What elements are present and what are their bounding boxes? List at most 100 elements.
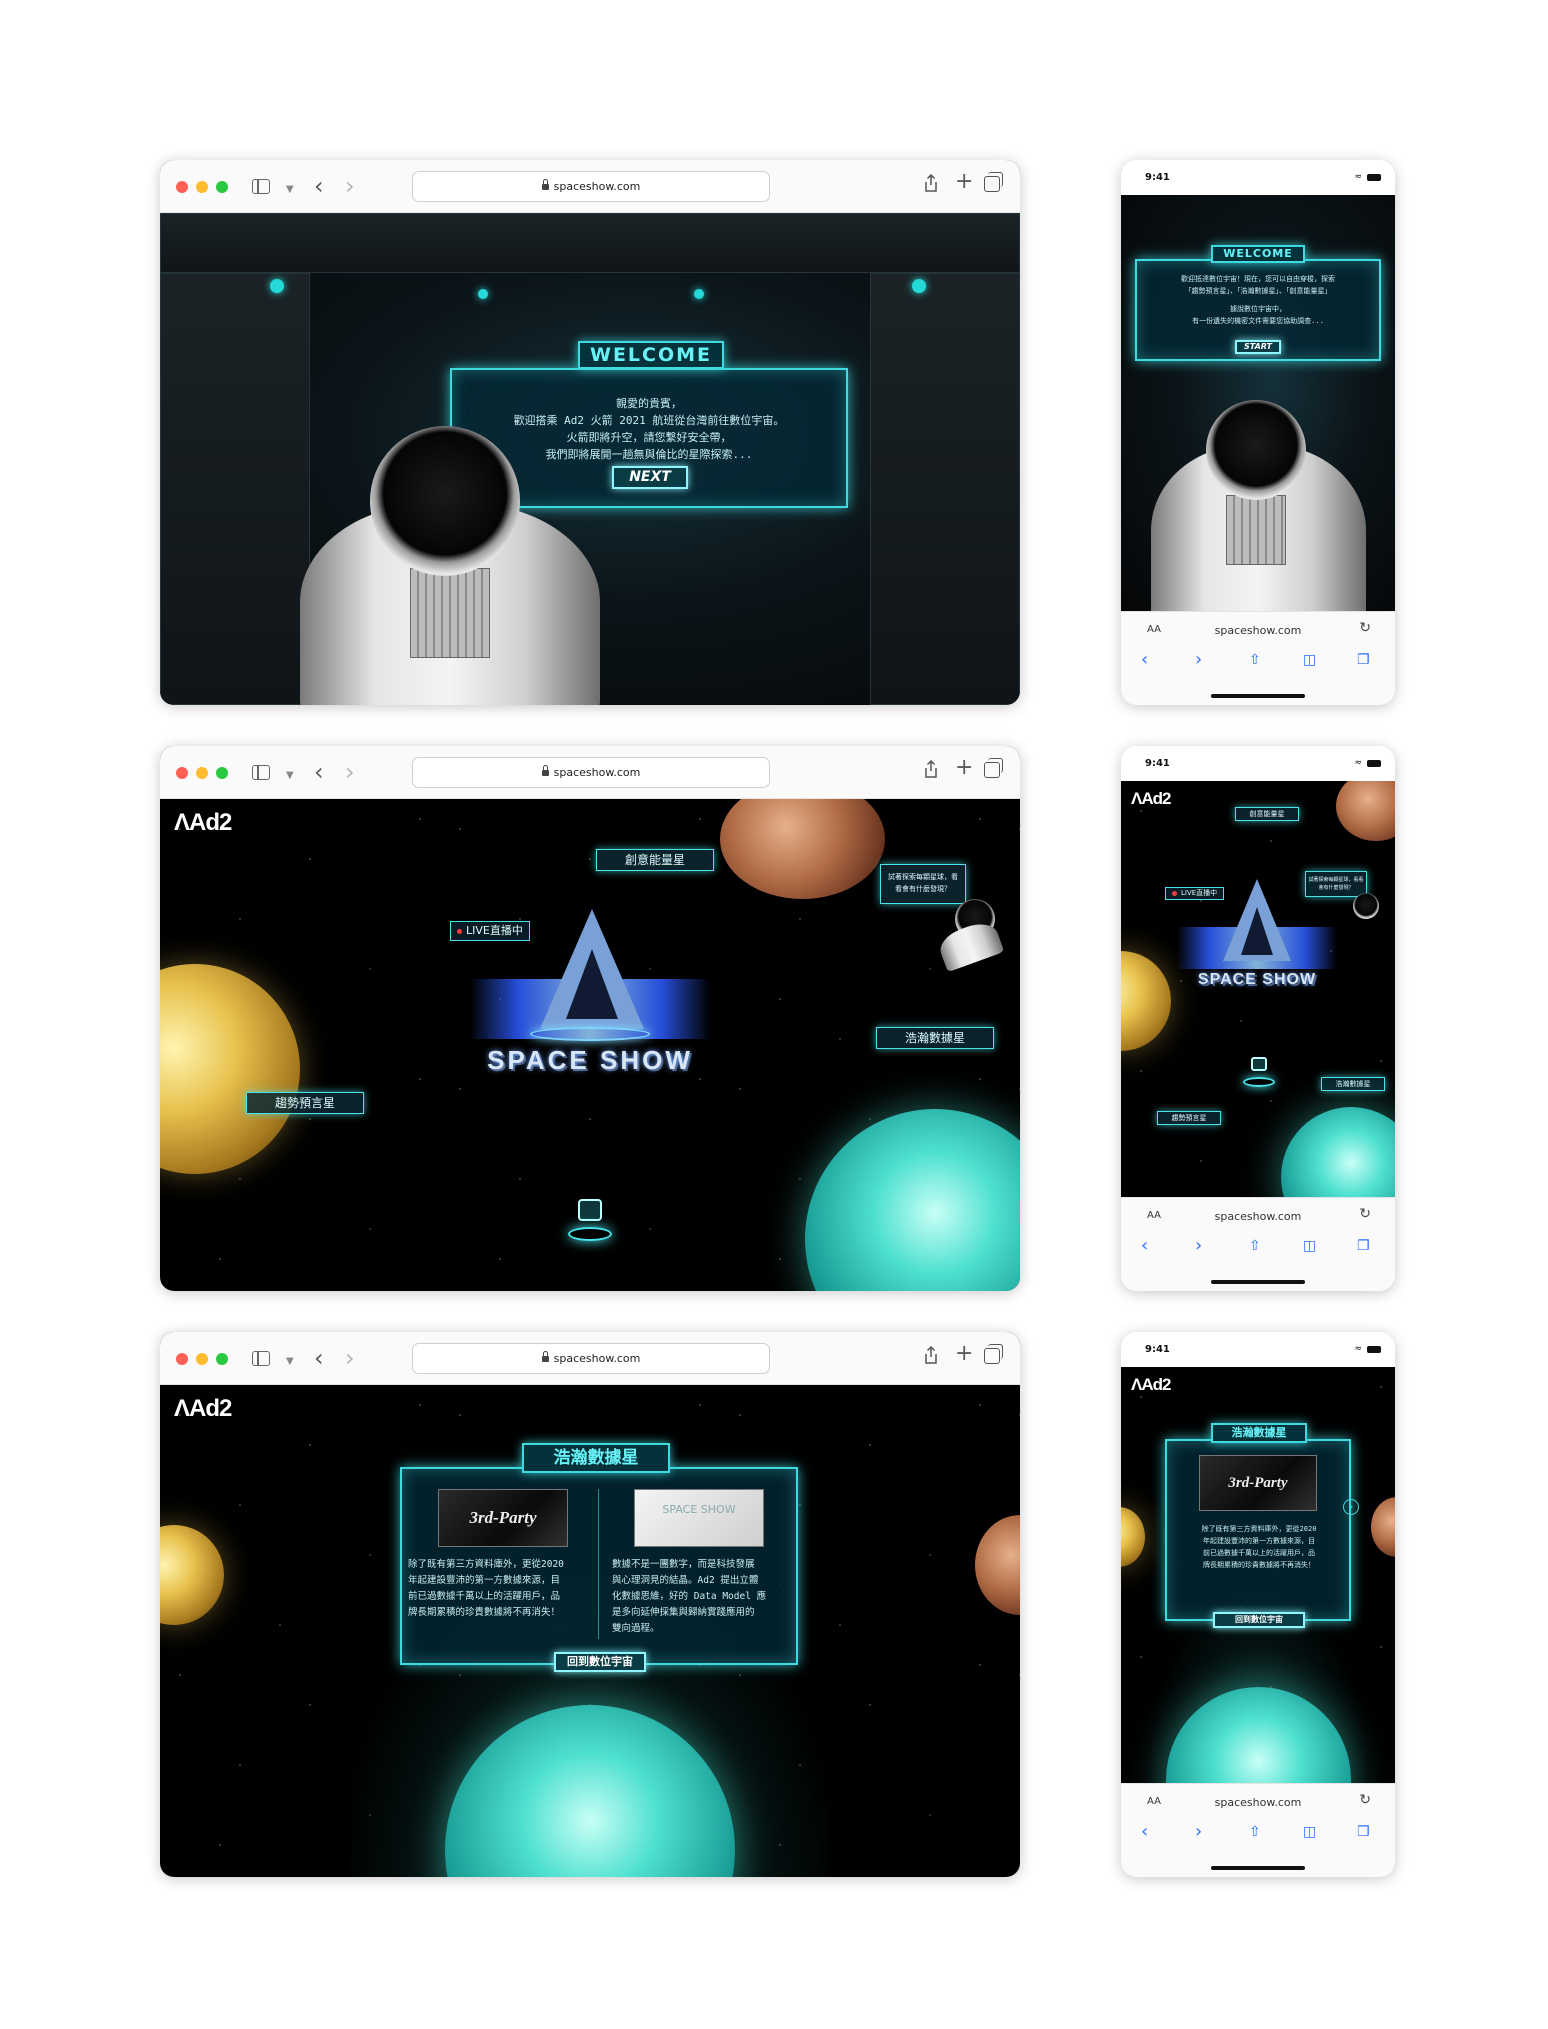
forward-icon[interactable]: ›	[345, 760, 355, 784]
close-window-button[interactable]	[176, 767, 188, 779]
bookmarks-icon[interactable]: ◫	[1303, 1823, 1316, 1841]
forward-icon[interactable]: ›	[345, 174, 355, 198]
space-show-logo[interactable]: SPACE SHOW	[470, 909, 710, 1089]
unlock-icon[interactable]	[1239, 1051, 1279, 1095]
reload-icon[interactable]: ↻	[1359, 1206, 1371, 1222]
planet-label-trend[interactable]: 趨勢預言星	[1157, 1111, 1221, 1125]
card-3rd-party-image[interactable]: 3rd-Party	[438, 1489, 568, 1547]
minimize-window-button[interactable]	[196, 767, 208, 779]
chevron-down-icon[interactable]: ▼	[286, 178, 294, 202]
share-icon[interactable]	[924, 1346, 938, 1364]
back-icon[interactable]: ‹	[314, 760, 324, 784]
back-icon[interactable]: ‹	[314, 1346, 324, 1370]
planet-label-data[interactable]: 浩瀚數據星	[876, 1027, 994, 1049]
reload-icon[interactable]: ↻	[1359, 620, 1371, 636]
forward-icon[interactable]: ›	[1195, 1823, 1202, 1841]
close-window-button[interactable]	[176, 181, 188, 193]
back-icon[interactable]: ‹	[1141, 1823, 1148, 1841]
ad2-logo[interactable]: ΛAd2	[174, 1395, 232, 1423]
chevron-down-icon[interactable]: ▼	[286, 1350, 294, 1374]
card-divider	[598, 1489, 599, 1639]
planet-label-creative[interactable]: 創意能量星	[596, 849, 714, 871]
start-button[interactable]: START	[1235, 340, 1281, 354]
reload-icon[interactable]: ↻	[1359, 1792, 1371, 1808]
tabs-overview-icon[interactable]	[984, 172, 1003, 192]
lock-pad-ring	[1243, 1077, 1275, 1087]
battery-icon	[1367, 174, 1381, 181]
share-icon[interactable]	[924, 760, 938, 778]
floating-astronaut-icon	[1353, 893, 1379, 919]
share-icon[interactable]: ⇧	[1249, 1823, 1261, 1841]
tabs-overview-icon[interactable]	[984, 1344, 1003, 1364]
back-icon[interactable]: ‹	[1141, 651, 1148, 669]
logo-text: Ad2	[189, 1395, 232, 1422]
card-space-show-image[interactable]: SPACE SHOW	[634, 1489, 764, 1547]
next-button[interactable]: NEXT	[612, 466, 688, 489]
forward-icon[interactable]: ›	[1195, 1237, 1202, 1255]
share-icon[interactable]	[924, 174, 938, 192]
safari-bottom-bar: AA spaceshow.com ↻ ‹ › ⇧ ◫ ❐	[1121, 1783, 1395, 1877]
logo-text: Ad2	[189, 809, 232, 836]
welcome-scene-mobile: WELCOME 歡迎抵達數位宇宙！現在，您可以自由穿梭，探索 「趨勢預言星」、「…	[1121, 195, 1395, 611]
share-icon[interactable]: ⇧	[1249, 1237, 1261, 1255]
back-to-universe-button[interactable]: 回到數位宇宙	[1213, 1612, 1305, 1628]
url-text[interactable]: spaceshow.com	[1121, 1210, 1395, 1223]
address-bar[interactable]: spaceshow.com	[412, 757, 770, 788]
zoom-window-button[interactable]	[216, 1353, 228, 1365]
text-line: 數據不是一團數字，而是科技發展	[612, 1559, 755, 1570]
back-to-universe-button[interactable]: 回到數位宇宙	[554, 1652, 646, 1672]
new-tab-icon[interactable]: +	[955, 170, 973, 194]
forward-icon[interactable]: ›	[1195, 651, 1202, 669]
text-line: 年起建設豐沛的第一方數據來源，目	[408, 1575, 561, 1586]
unlock-icon[interactable]	[560, 1189, 620, 1259]
planet-label-data[interactable]: 浩瀚數據星	[1321, 1077, 1385, 1091]
status-bar: 9:41 ≈	[1121, 160, 1395, 195]
tabs-icon[interactable]: ❐	[1357, 1237, 1370, 1255]
ship-light	[478, 289, 488, 299]
address-bar[interactable]: spaceshow.com	[412, 171, 770, 202]
welcome-message: 親愛的貴賓， 歡迎搭乘 Ad2 火箭 2021 航班從台灣前往數位宇宙。 火箭即…	[460, 395, 838, 463]
share-icon[interactable]: ⇧	[1249, 651, 1261, 669]
ad2-logo[interactable]: ΛAd2	[1131, 1375, 1171, 1395]
sidebar-icon[interactable]	[252, 179, 270, 194]
space-show-logo[interactable]: SPACE SHOW	[1177, 879, 1337, 1009]
close-window-button[interactable]	[176, 1353, 188, 1365]
planet-label-creative[interactable]: 創意能量星	[1235, 807, 1299, 821]
tabs-icon[interactable]: ❐	[1357, 651, 1370, 669]
zoom-window-button[interactable]	[216, 181, 228, 193]
data-planet-scene: ΛAd2 浩瀚數據星 3rd-Party SPACE SHOW 除了既有第三方資…	[160, 1385, 1020, 1877]
tabs-icon[interactable]: ❐	[1357, 1823, 1370, 1841]
card-3rd-party-image[interactable]: 3rd-Party	[1199, 1455, 1317, 1511]
zoom-window-button[interactable]	[216, 767, 228, 779]
url-text[interactable]: spaceshow.com	[1121, 624, 1395, 637]
bookmarks-icon[interactable]: ◫	[1303, 651, 1316, 669]
text-line: 除了既有第三方資料庫外，更從2020	[1201, 1525, 1317, 1533]
status-time: 9:41	[1145, 172, 1170, 183]
panel-title: 浩瀚數據星	[1211, 1423, 1307, 1443]
welcome-line: 歡迎搭乘 Ad2 火箭 2021 航班從台灣前往數位宇宙。	[513, 414, 785, 427]
chevron-down-icon[interactable]: ▼	[286, 764, 294, 788]
new-tab-icon[interactable]: +	[955, 756, 973, 780]
logo-text: Ad2	[1141, 789, 1171, 808]
text-line: 與心理洞見的結晶。Ad2 提出立體	[612, 1575, 759, 1586]
minimize-window-button[interactable]	[196, 181, 208, 193]
universe-scene-mobile: ΛAd2 創意能量星 LIVE直播中 試著探索每顆星球，看看會有什麼發現？ SP…	[1121, 781, 1395, 1197]
forward-icon[interactable]: ›	[345, 1346, 355, 1370]
tabs-overview-icon[interactable]	[984, 758, 1003, 778]
address-bar[interactable]: spaceshow.com	[412, 1343, 770, 1374]
url-text[interactable]: spaceshow.com	[1121, 1796, 1395, 1809]
bookmarks-icon[interactable]: ◫	[1303, 1237, 1316, 1255]
new-tab-icon[interactable]: +	[955, 1342, 973, 1366]
ad2-logo[interactable]: ΛAd2	[174, 809, 232, 837]
sidebar-icon[interactable]	[252, 765, 270, 780]
desktop-window-welcome: ▼ ‹ › spaceshow.com + WELCOME 親愛的貴賓， 歡迎搭…	[160, 160, 1020, 705]
ad2-logo[interactable]: ΛAd2	[1131, 789, 1171, 809]
minimize-window-button[interactable]	[196, 1353, 208, 1365]
back-icon[interactable]: ‹	[1141, 1237, 1148, 1255]
planet-label-trend[interactable]: 趨勢預言星	[246, 1092, 364, 1114]
next-card-arrow-icon[interactable]: ›	[1343, 1499, 1359, 1515]
text-line: 牌長期累積的珍貴數據將不再消失！	[1203, 1561, 1315, 1569]
back-icon[interactable]: ‹	[314, 174, 324, 198]
sidebar-icon[interactable]	[252, 1351, 270, 1366]
text-line: 前已過數據千萬以上的活躍用戶，品	[408, 1591, 561, 1602]
